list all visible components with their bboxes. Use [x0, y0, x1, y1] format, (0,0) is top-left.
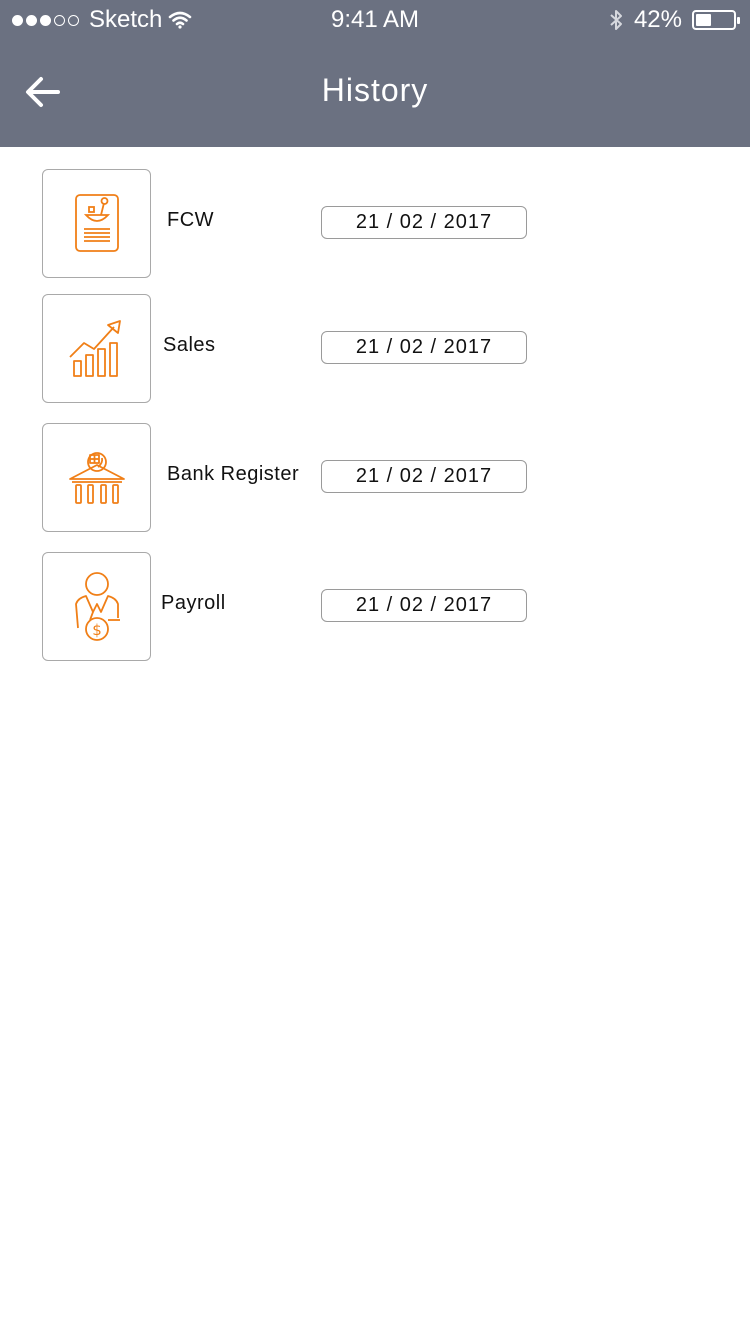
history-item-fcw[interactable]: FCW 21 / 02 / 2017 [42, 169, 542, 278]
page-title: History [321, 72, 429, 108]
app-header: Sketch 9:41 AM 42% History [0, 0, 750, 147]
history-item-label: Bank Register [167, 463, 300, 485]
sales-growth-icon[interactable] [42, 294, 151, 403]
history-item-bank-register[interactable]: Bank Register 21 / 02 / 2017 [42, 423, 542, 532]
battery-icon [692, 10, 740, 30]
document-meal-icon[interactable] [42, 169, 151, 278]
date-field[interactable]: 21 / 02 / 2017 [321, 331, 527, 364]
date-field[interactable]: 21 / 02 / 2017 [321, 460, 527, 493]
bluetooth-icon [610, 10, 622, 30]
history-item-sales[interactable]: Sales 21 / 02 / 2017 [42, 294, 542, 403]
bank-icon[interactable] [42, 423, 151, 532]
history-item-label: Sales [163, 334, 216, 356]
battery-percent: 42% [633, 6, 682, 33]
history-item-label: FCW [167, 209, 215, 231]
status-right: 42% [608, 6, 740, 34]
payroll-icon[interactable]: $ [42, 552, 151, 661]
svg-text:$: $ [92, 621, 102, 639]
history-item-payroll[interactable]: $ Payroll 21 / 02 / 2017 [42, 552, 542, 661]
status-bar: Sketch 9:41 AM 42% [0, 0, 750, 40]
date-field[interactable]: 21 / 02 / 2017 [321, 589, 527, 622]
date-field[interactable]: 21 / 02 / 2017 [321, 206, 527, 239]
history-item-label: Payroll [161, 592, 226, 614]
